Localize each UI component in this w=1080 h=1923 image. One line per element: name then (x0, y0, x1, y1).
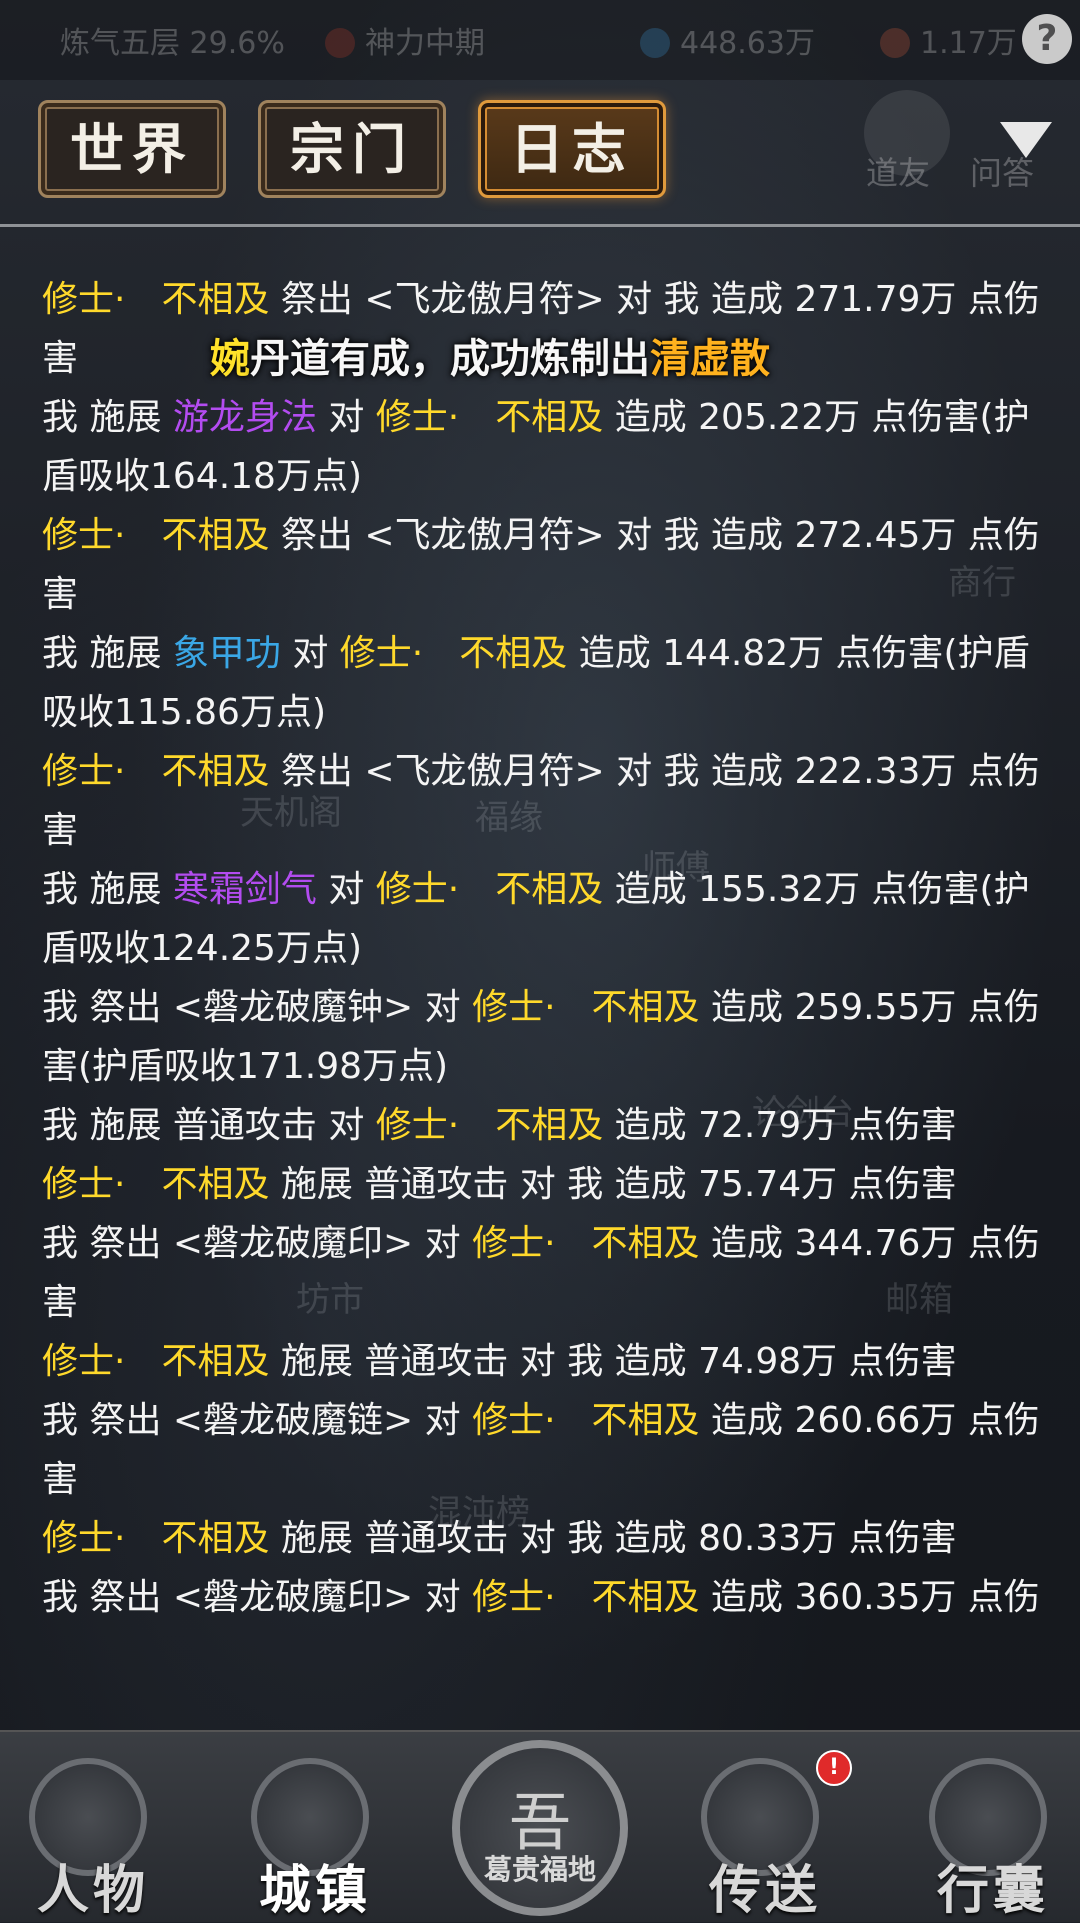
nav-bag-label: 行囊 (936, 1860, 1049, 1921)
divine-stat: 神力中期 (325, 18, 485, 62)
player-name[interactable]: 修士· 不相及 (376, 397, 603, 438)
log-line: 我 施展 普通攻击 对 修士· 不相及 造成 72.79万 点伤害 (42, 1096, 1042, 1155)
log-line: 修士· 不相及 祭出 <飞龙傲月符> 对 我 造成 272.45万 点伤害 (42, 506, 1042, 624)
log-line: 我 施展 象甲功 对 修士· 不相及 造成 144.82万 点伤害(护盾吸收11… (42, 624, 1042, 742)
log-line: 我 祭出 <磐龙破魔钟> 对 修士· 不相及 造成 259.55万 点伤害(护盾… (42, 978, 1042, 1096)
skill-name: 游龙身法 (172, 397, 317, 438)
log-text: 施展 普通攻击 对 我 造成 80.33万 点伤害 (269, 1518, 957, 1559)
log-line: 我 祭出 <磐龙破魔印> 对 修士· 不相及 造成 360.35万 点伤害 (42, 1568, 1042, 1635)
log-text: 我 祭出 <磐龙破魔印> 对 (42, 1577, 473, 1618)
player-name[interactable]: 修士· 不相及 (340, 633, 567, 674)
divine-icon (325, 28, 355, 58)
collapse-arrow-icon[interactable] (1000, 122, 1052, 158)
log-line: 我 祭出 <磐龙破魔印> 对 修士· 不相及 造成 344.76万 点伤害 (42, 1214, 1042, 1332)
log-text: 施展 普通攻击 对 我 造成 75.74万 点伤害 (269, 1164, 957, 1205)
player-name[interactable]: 修士· 不相及 (42, 1518, 269, 1559)
log-text: 我 施展 普通攻击 对 (42, 1105, 376, 1146)
notification-badge: ! (816, 1750, 852, 1786)
player-name[interactable]: 修士· 不相及 (42, 751, 269, 792)
nav-bag[interactable]: 行囊 (918, 1752, 1068, 1921)
help-button[interactable]: ? (1022, 14, 1072, 64)
log-text: 我 祭出 <磐龙破魔印> 对 (42, 1223, 473, 1264)
skill-name: 寒霜剑气 (172, 869, 317, 910)
log-line: 我 施展 游龙身法 对 修士· 不相及 造成 205.22万 点伤害(护盾吸收1… (42, 388, 1042, 506)
tab-sect[interactable]: 宗门 (258, 100, 446, 198)
header-divider (0, 224, 1080, 227)
log-text: 我 施展 (42, 633, 173, 674)
player-name[interactable]: 修士· 不相及 (472, 1577, 699, 1618)
log-line: 修士· 不相及 施展 普通攻击 对 我 造成 74.98万 点伤害 (42, 1332, 1042, 1391)
log-line: 修士· 不相及 施展 普通攻击 对 我 造成 80.33万 点伤害 (42, 1509, 1042, 1568)
tab-world[interactable]: 世界 (38, 100, 226, 198)
chat-header: 世界 宗门 日志 道友 问答 (0, 80, 1080, 230)
log-text: 我 施展 (42, 397, 173, 438)
log-text: 施展 普通攻击 对 我 造成 74.98万 点伤害 (269, 1341, 957, 1382)
stamina-icon (880, 28, 910, 58)
nav-town-label: 城镇 (258, 1860, 371, 1921)
nav-character-label: 人物 (36, 1860, 149, 1921)
player-name[interactable]: 修士· 不相及 (42, 279, 269, 320)
realm-stat: 炼气五层 29.6% (60, 26, 285, 61)
player-name[interactable]: 修士· 不相及 (42, 1164, 269, 1205)
player-name[interactable]: 修士· 不相及 (376, 869, 603, 910)
stamina-stat: 1.17万 (880, 18, 1017, 62)
log-line: 修士· 不相及 祭出 <飞龙傲月符> 对 我 造成 222.33万 点伤害 (42, 742, 1042, 860)
spirit-drop-icon (640, 28, 670, 58)
nav-teleport-label: 传送 (708, 1860, 821, 1921)
log-line: 我 祭出 <磐龙破魔链> 对 修士· 不相及 造成 260.66万 点伤害 (42, 1391, 1042, 1509)
tab-log[interactable]: 日志 (478, 100, 666, 198)
nav-character[interactable]: 人物 (18, 1752, 168, 1921)
player-name[interactable]: 修士· 不相及 (376, 1105, 603, 1146)
log-text: 我 施展 (42, 869, 173, 910)
player-name[interactable]: 修士· 不相及 (472, 1400, 699, 1441)
blessed-land-label: 葛贵福地 (483, 1853, 596, 1886)
bottom-nav: 人物 城镇 吾 葛贵福地 传送 ! 行囊 (0, 1730, 1080, 1922)
log-text: 对 (316, 397, 376, 438)
log-text: 对 (316, 869, 376, 910)
skill-name: 象甲功 (172, 633, 281, 674)
log-line: 我 施展 寒霜剑气 对 修士· 不相及 造成 155.32万 点伤害(护盾吸收1… (42, 860, 1042, 978)
spirit-stat: 448.63万 (640, 18, 815, 62)
crafting-notice: 婉丹道有成，成功炼制出清虚散 (210, 336, 770, 382)
status-bar: 炼气五层 29.6% 神力中期 448.63万 1.17万 ? (0, 0, 1080, 80)
player-name[interactable]: 修士· 不相及 (472, 1223, 699, 1264)
player-name[interactable]: 修士· 不相及 (42, 515, 269, 556)
friend-label[interactable]: 道友 (866, 148, 930, 194)
battle-log[interactable]: 修士· 不相及 祭出 <飞龙傲月符> 对 我 造成 271.79万 点伤害我 施… (42, 270, 1042, 1635)
log-text: 造成 72.79万 点伤害 (603, 1105, 957, 1146)
log-text: 我 祭出 <磐龙破魔链> 对 (42, 1400, 473, 1441)
blessed-land-button[interactable]: 吾 葛贵福地 (452, 1740, 628, 1916)
log-line: 修士· 不相及 施展 普通攻击 对 我 造成 75.74万 点伤害 (42, 1155, 1042, 1214)
log-text: 对 (280, 633, 340, 674)
player-name[interactable]: 修士· 不相及 (472, 987, 699, 1028)
log-text: 我 祭出 <磐龙破魔钟> 对 (42, 987, 473, 1028)
player-name[interactable]: 修士· 不相及 (42, 1341, 269, 1382)
nav-town[interactable]: 城镇 (240, 1752, 390, 1921)
